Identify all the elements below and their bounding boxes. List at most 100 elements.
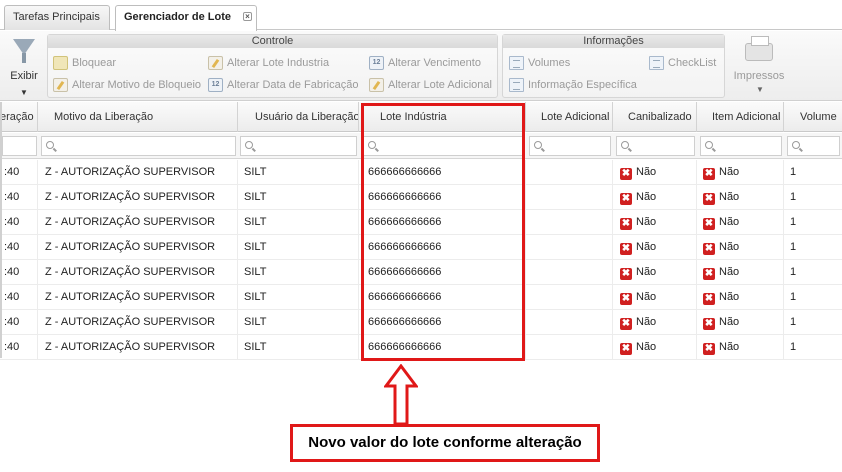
edit-icon: [53, 78, 68, 92]
filter-icon-stem: [22, 53, 26, 63]
cell-text: SILT: [244, 316, 267, 328]
table-cell: [526, 235, 613, 260]
table-cell: [526, 185, 613, 210]
cell-text: Z - AUTORIZAÇÃO SUPERVISOR: [45, 241, 216, 253]
cell-text: Não: [719, 241, 740, 253]
cell-text: Não: [636, 266, 657, 278]
tab-gerenciador-de-lote[interactable]: Gerenciador de Lote ×: [115, 5, 257, 31]
impressos-button[interactable]: Impressos ▼: [730, 35, 788, 97]
table-cell: ✖ Não: [613, 185, 697, 210]
cross-icon: ✖: [620, 268, 632, 280]
cell-text: SILT: [244, 341, 267, 353]
alterar-data-fabricacao-button[interactable]: 12 Alterar Data de Fabricação: [208, 77, 358, 93]
volumes-button[interactable]: Volumes: [509, 55, 570, 71]
column-header-motivo[interactable]: Motivo da Liberação: [38, 102, 238, 132]
cell-text: Não: [636, 291, 657, 303]
column-header-item-adicional[interactable]: Item Adicional: [697, 102, 784, 132]
cell-text: :40: [4, 266, 20, 278]
alterar-lote-adicional-button[interactable]: Alterar Lote Adicional: [369, 77, 492, 93]
cell-text: Não: [719, 191, 740, 203]
table-cell: ✖ Não: [613, 285, 697, 310]
filter-input[interactable]: [529, 136, 611, 156]
table-cell: 1: [784, 310, 842, 335]
table-cell: ✖ Não: [613, 235, 697, 260]
column-header-label: Usuário da Liberação: [255, 111, 359, 123]
cell-text: :40: [4, 191, 20, 203]
table-cell: Z - AUTORIZAÇÃO SUPERVISOR: [38, 260, 238, 285]
filter-input[interactable]: [787, 136, 840, 156]
cell-text: Z - AUTORIZAÇÃO SUPERVISOR: [45, 341, 216, 353]
cell-text: SILT: [244, 191, 267, 203]
cross-icon: ✖: [703, 243, 715, 255]
table-cell: ✖ Não: [697, 335, 784, 360]
checklist-button[interactable]: CheckList: [649, 55, 716, 71]
cell-text: Z - AUTORIZAÇÃO SUPERVISOR: [45, 316, 216, 328]
checklist-label: CheckList: [668, 57, 717, 69]
bloquear-button[interactable]: Bloquear: [53, 55, 116, 71]
table-cell: :40: [0, 260, 38, 285]
cell-text: Não: [636, 191, 657, 203]
table-cell: SILT: [238, 310, 359, 335]
table-cell: Z - AUTORIZAÇÃO SUPERVISOR: [38, 235, 238, 260]
toolbar: Exibir ▼ Controle Bloquear Alterar Lote …: [0, 31, 842, 101]
search-icon: [46, 141, 54, 149]
table-cell: ✖ Não: [697, 285, 784, 310]
column-header-label: Lote Adicional: [541, 111, 610, 123]
controle-title: Controle: [48, 35, 497, 48]
chevron-down-icon: ▼: [756, 85, 764, 94]
exibir-button[interactable]: Exibir ▼: [6, 35, 42, 97]
close-icon[interactable]: ×: [243, 12, 252, 21]
calendar-icon: 12: [208, 78, 223, 92]
table-cell: [526, 260, 613, 285]
table-cell: ✖ Não: [613, 160, 697, 185]
search-icon: [792, 141, 800, 149]
cross-icon: ✖: [703, 168, 715, 180]
table-cell: ✖ Não: [697, 210, 784, 235]
column-header-volume[interactable]: Volume: [784, 102, 842, 132]
filter-input[interactable]: [240, 136, 357, 156]
edit-icon: [369, 78, 384, 92]
cross-icon: ✖: [620, 243, 632, 255]
table-cell: [526, 160, 613, 185]
printer-icon: [745, 36, 773, 61]
table-cell: ✖ Não: [697, 235, 784, 260]
alterar-lote-industria-button[interactable]: Alterar Lote Industria: [208, 55, 329, 71]
impressos-label: Impressos: [733, 70, 785, 82]
tab-tarefas-principais[interactable]: Tarefas Principais: [4, 5, 110, 30]
column-header-canibalizado[interactable]: Canibalizado: [613, 102, 697, 132]
filter-input[interactable]: [700, 136, 782, 156]
cell-text: Z - AUTORIZAÇÃO SUPERVISOR: [45, 166, 216, 178]
table-cell: ✖ Não: [697, 310, 784, 335]
cell-text: Não: [719, 216, 740, 228]
table-cell: 1: [784, 210, 842, 235]
annotation-text: Novo valor do lote conforme alteração: [308, 434, 582, 451]
table-cell: :40: [0, 285, 38, 310]
filter-input[interactable]: [2, 136, 37, 156]
table-cell: [526, 335, 613, 360]
filter-input[interactable]: [616, 136, 695, 156]
cross-icon: ✖: [703, 268, 715, 280]
tab-bar: Tarefas Principais Gerenciador de Lote ×: [0, 0, 842, 31]
cross-icon: ✖: [703, 193, 715, 205]
informacao-especifica-button[interactable]: Informação Específica: [509, 77, 637, 93]
informacoes-group: Informações Volumes CheckList Informação…: [502, 34, 725, 98]
cross-icon: ✖: [703, 293, 715, 305]
cell-text: :40: [4, 241, 20, 253]
tab-label: Tarefas Principais: [13, 11, 100, 23]
alterar-motivo-bloqueio-button[interactable]: Alterar Motivo de Bloqueio: [53, 77, 201, 93]
filter-input[interactable]: [41, 136, 236, 156]
column-header-label: Volume: [800, 111, 837, 123]
column-header-lote-adicional[interactable]: Lote Adicional: [526, 102, 613, 132]
alterar-vencimento-button[interactable]: 12 Alterar Vencimento: [369, 55, 481, 71]
cell-text: 1: [790, 341, 797, 353]
table-cell: :40: [0, 210, 38, 235]
exibir-label: Exibir: [10, 70, 38, 82]
table-cell: Z - AUTORIZAÇÃO SUPERVISOR: [38, 335, 238, 360]
table-cell: SILT: [238, 210, 359, 235]
column-header-usuario[interactable]: Usuário da Liberação: [238, 102, 359, 132]
table-cell: 1: [784, 335, 842, 360]
cell-text: 1: [790, 291, 797, 303]
cell-text: Z - AUTORIZAÇÃO SUPERVISOR: [45, 216, 216, 228]
column-header-liberacao[interactable]: eração: [0, 102, 38, 132]
grid-left-border: [0, 102, 2, 358]
